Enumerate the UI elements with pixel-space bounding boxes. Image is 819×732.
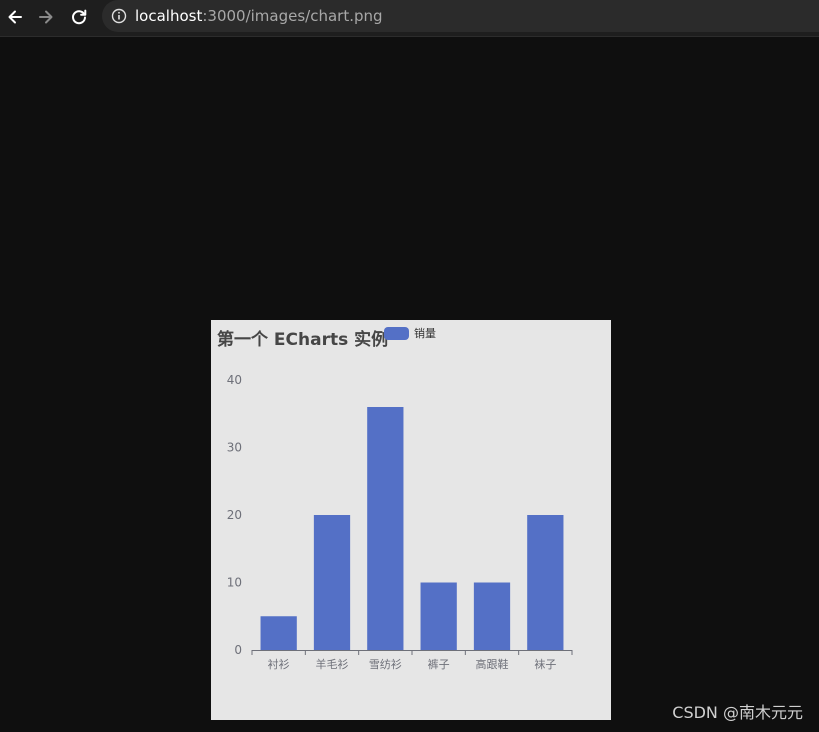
chart-card: 0 10 20 30 40 衬衫 羊毛衫 雪纺衫 裤子 高跟鞋 袜子 第一个 ECharts 实例 … (211, 320, 611, 720)
back-arrow-icon[interactable] (4, 6, 26, 28)
legend[interactable]: 销量 (384, 325, 436, 341)
legend-swatch[interactable] (384, 326, 409, 340)
bar[interactable] (367, 407, 404, 650)
x-tick-label: 高跟鞋 (476, 657, 509, 671)
bar-chart: 0 10 20 30 40 衬衫 羊毛衫 雪纺衫 裤子 高跟鞋 袜子 (227, 373, 573, 671)
bar[interactable] (527, 515, 564, 650)
bar[interactable] (313, 515, 351, 650)
y-tick-label: 20 (227, 508, 242, 522)
url-host: localhost (135, 7, 203, 25)
x-tick-label: 袜子 (534, 657, 556, 671)
watermark: CSDN @南木元元 (672, 703, 803, 722)
address-bar[interactable]: localhost:3000/images/chart.png (102, 0, 819, 32)
bar[interactable] (260, 616, 297, 650)
x-tick-label: 衬衫 (268, 658, 290, 671)
y-tick-label: 0 (234, 643, 242, 657)
browser-toolbar: localhost:3000/images/chart.png (0, 0, 819, 37)
y-tick-label: 40 (227, 373, 242, 387)
forward-arrow-icon[interactable] (35, 6, 57, 28)
reload-icon[interactable] (68, 6, 90, 28)
x-tick-label: 雪纺衫 (369, 657, 402, 671)
info-icon[interactable] (111, 8, 127, 24)
legend-label[interactable]: 销量 (414, 325, 436, 341)
y-tick-label: 10 (227, 576, 242, 590)
bar[interactable] (420, 582, 457, 651)
chart-title: 第一个 ECharts 实例 (217, 330, 389, 350)
x-tick-label: 裤子 (428, 657, 450, 671)
url-path: :3000/images/chart.png (202, 7, 383, 25)
url-text[interactable]: localhost:3000/images/chart.png (135, 6, 383, 26)
y-tick-label: 30 (227, 441, 242, 455)
bar[interactable] (473, 582, 511, 651)
x-tick-label: 羊毛衫 (316, 657, 349, 671)
